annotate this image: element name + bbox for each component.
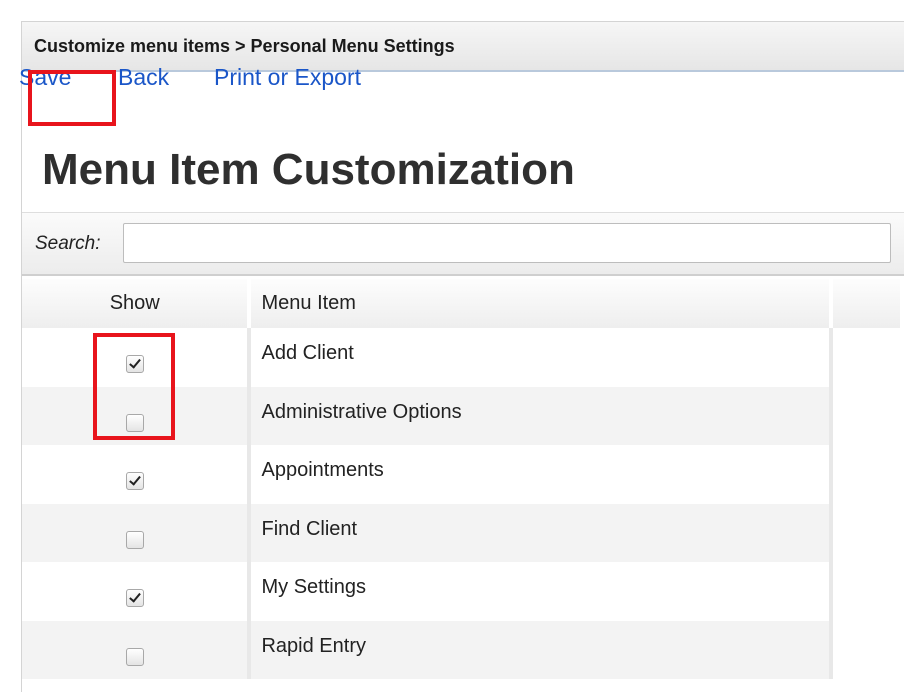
menu-item-label: Appointments (249, 445, 834, 504)
menu-item-label: Administrative Options (249, 386, 834, 445)
save-link[interactable]: Save (19, 64, 71, 91)
menu-item-label: Add Client (249, 328, 834, 387)
table-row: Administrative Options (22, 386, 902, 445)
search-label: Search: (35, 233, 101, 254)
menu-item-label: Rapid Entry (249, 620, 834, 679)
column-header-empty (831, 279, 904, 328)
show-cell (22, 328, 252, 387)
search-bar: Search: (22, 212, 904, 276)
menu-item-label: Find Client (249, 503, 834, 562)
show-checkbox[interactable] (125, 589, 144, 608)
table-row: Find Client (22, 503, 902, 562)
show-checkbox[interactable] (125, 413, 144, 432)
column-header-show[interactable]: Show (22, 279, 252, 328)
table-row: Appointments (22, 445, 902, 504)
print-or-export-link[interactable]: Print or Export (214, 64, 361, 91)
show-cell (22, 386, 252, 445)
table-row: Add Client (22, 328, 902, 387)
back-link[interactable]: Back (118, 64, 169, 91)
show-cell (22, 503, 252, 562)
table-row: My Settings (22, 562, 902, 621)
page-title: Menu Item Customization (42, 145, 575, 194)
show-checkbox[interactable] (125, 647, 144, 666)
show-checkbox[interactable] (125, 472, 144, 491)
table-row: Rapid Entry (22, 620, 902, 679)
menu-items-table: Show Menu Item Add Client Administrative… (22, 279, 904, 679)
show-cell (22, 620, 252, 679)
column-header-menu-item[interactable]: Menu Item (249, 279, 834, 328)
menu-item-label: My Settings (249, 562, 834, 621)
show-checkbox[interactable] (125, 355, 144, 374)
search-input[interactable] (123, 223, 891, 263)
show-checkbox[interactable] (125, 530, 144, 549)
table-header-row: Show Menu Item (22, 279, 904, 328)
show-cell (22, 445, 252, 504)
toolbar: Save Back Print or Export (0, 52, 900, 102)
show-cell (22, 562, 252, 621)
